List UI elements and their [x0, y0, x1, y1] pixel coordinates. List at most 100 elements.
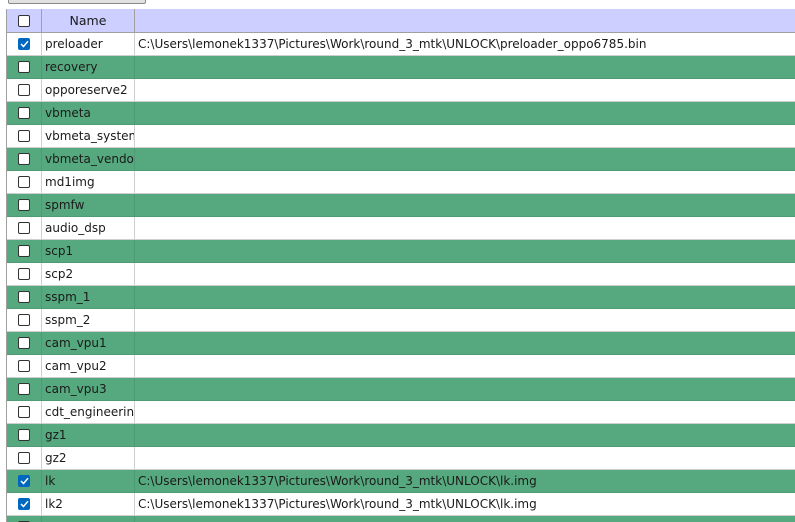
file-path-cell[interactable] — [135, 378, 795, 400]
partition-name-cell[interactable]: sspm_2 — [42, 309, 135, 331]
row-checkbox[interactable] — [18, 153, 30, 165]
row-checkbox[interactable] — [18, 291, 30, 303]
row-checkbox[interactable] — [18, 130, 30, 142]
row-check-cell[interactable] — [7, 378, 42, 400]
table-row[interactable]: vbmeta — [7, 102, 795, 125]
row-check-cell[interactable] — [7, 493, 42, 515]
partition-name-cell[interactable]: cam_vpu2 — [42, 355, 135, 377]
row-checkbox[interactable] — [18, 314, 30, 326]
file-path-cell[interactable] — [135, 424, 795, 446]
file-path-cell[interactable]: C:\Users\lemonek1337\Pictures\Work\round… — [135, 33, 795, 55]
table-row[interactable]: scp1 — [7, 240, 795, 263]
file-path-cell[interactable] — [135, 79, 795, 101]
row-checkbox[interactable] — [18, 406, 30, 418]
row-check-cell[interactable] — [7, 309, 42, 331]
file-path-cell[interactable]: C:\Users\lemonek1337\Pictures\Work\round… — [135, 493, 795, 515]
row-check-cell[interactable] — [7, 125, 42, 147]
table-row[interactable]: preloader C:\Users\lemonek1337\Pictures\W… — [7, 33, 795, 56]
table-row[interactable]: cam_vpu3 — [7, 378, 795, 401]
row-checkbox[interactable] — [18, 429, 30, 441]
table-row[interactable]: spmfw — [7, 194, 795, 217]
row-checkbox[interactable] — [18, 337, 30, 349]
row-checkbox[interactable] — [18, 475, 30, 487]
row-check-cell[interactable] — [7, 355, 42, 377]
partition-name-cell[interactable]: opporeserve2 — [42, 79, 135, 101]
table-row[interactable]: sspm_1 — [7, 286, 795, 309]
row-check-cell[interactable] — [7, 148, 42, 170]
row-check-cell[interactable] — [7, 401, 42, 423]
header-file-column[interactable] — [135, 9, 795, 32]
table-row[interactable]: cdt_engineering — [7, 401, 795, 424]
table-row[interactable]: md1img — [7, 171, 795, 194]
partition-name-cell[interactable]: vbmeta — [42, 102, 135, 124]
row-checkbox[interactable] — [18, 107, 30, 119]
partition-name-cell[interactable]: lk2 — [42, 493, 135, 515]
file-path-cell[interactable] — [135, 148, 795, 170]
row-checkbox[interactable] — [18, 452, 30, 464]
partition-name-cell[interactable]: lk — [42, 470, 135, 492]
row-checkbox[interactable] — [18, 38, 30, 50]
file-path-cell[interactable] — [135, 102, 795, 124]
file-path-cell[interactable] — [135, 447, 795, 469]
row-checkbox[interactable] — [18, 383, 30, 395]
toolbar-button-partial[interactable] — [8, 0, 146, 4]
file-path-cell[interactable] — [135, 194, 795, 216]
partition-name-cell[interactable]: recovery — [42, 56, 135, 78]
partition-name-cell[interactable]: gz1 — [42, 424, 135, 446]
partition-name-cell[interactable]: scp1 — [42, 240, 135, 262]
partition-name-cell[interactable]: vbmeta_system — [42, 125, 135, 147]
partition-name-cell[interactable]: audio_dsp — [42, 217, 135, 239]
file-path-cell[interactable] — [135, 125, 795, 147]
row-check-cell[interactable] — [7, 102, 42, 124]
row-check-cell[interactable] — [7, 332, 42, 354]
row-checkbox[interactable] — [18, 199, 30, 211]
row-check-cell[interactable] — [7, 286, 42, 308]
partition-name-cell[interactable]: cam_vpu3 — [42, 378, 135, 400]
table-row[interactable]: opporeserve2 — [7, 79, 795, 102]
row-check-cell[interactable] — [7, 447, 42, 469]
row-check-cell[interactable] — [7, 240, 42, 262]
row-check-cell[interactable] — [7, 194, 42, 216]
partition-name-cell[interactable]: sspm_1 — [42, 286, 135, 308]
table-row[interactable]: recovery — [7, 56, 795, 79]
file-path-cell[interactable] — [135, 56, 795, 78]
table-row[interactable]: gz1 — [7, 424, 795, 447]
table-row[interactable]: lk C:\Users\lemonek1337\Pictures\Work\rou… — [7, 470, 795, 493]
file-path-cell[interactable] — [135, 332, 795, 354]
header-select-all-cell[interactable] — [7, 9, 42, 32]
file-path-cell[interactable] — [135, 286, 795, 308]
row-checkbox[interactable] — [18, 176, 30, 188]
table-row[interactable]: gz2 — [7, 447, 795, 470]
file-path-cell[interactable]: C:\Users\lemonek1337\Pictures\Work\round… — [135, 470, 795, 492]
file-path-cell[interactable] — [135, 516, 795, 522]
row-check-cell[interactable] — [7, 263, 42, 285]
row-check-cell[interactable] — [7, 217, 42, 239]
table-row[interactable] — [7, 516, 795, 522]
row-checkbox[interactable] — [18, 245, 30, 257]
row-checkbox[interactable] — [18, 268, 30, 280]
partition-name-cell[interactable] — [42, 516, 135, 522]
partition-name-cell[interactable]: gz2 — [42, 447, 135, 469]
header-name-column[interactable]: Name — [42, 9, 135, 32]
table-row[interactable]: lk2 C:\Users\lemonek1337\Pictures\Work\ro… — [7, 493, 795, 516]
table-row[interactable]: sspm_2 — [7, 309, 795, 332]
file-path-cell[interactable] — [135, 171, 795, 193]
table-row[interactable]: vbmeta_vendor — [7, 148, 795, 171]
table-row[interactable]: vbmeta_system — [7, 125, 795, 148]
row-checkbox[interactable] — [18, 498, 30, 510]
partition-name-cell[interactable]: spmfw — [42, 194, 135, 216]
row-check-cell[interactable] — [7, 424, 42, 446]
partition-name-cell[interactable]: cam_vpu1 — [42, 332, 135, 354]
row-checkbox[interactable] — [18, 360, 30, 372]
row-check-cell[interactable] — [7, 171, 42, 193]
file-path-cell[interactable] — [135, 217, 795, 239]
table-row[interactable]: scp2 — [7, 263, 795, 286]
row-check-cell[interactable] — [7, 56, 42, 78]
partition-name-cell[interactable]: preloader — [42, 33, 135, 55]
table-row[interactable]: audio_dsp — [7, 217, 795, 240]
partition-name-cell[interactable]: vbmeta_vendor — [42, 148, 135, 170]
row-checkbox[interactable] — [18, 84, 30, 96]
row-check-cell[interactable] — [7, 470, 42, 492]
row-checkbox[interactable] — [18, 222, 30, 234]
file-path-cell[interactable] — [135, 263, 795, 285]
